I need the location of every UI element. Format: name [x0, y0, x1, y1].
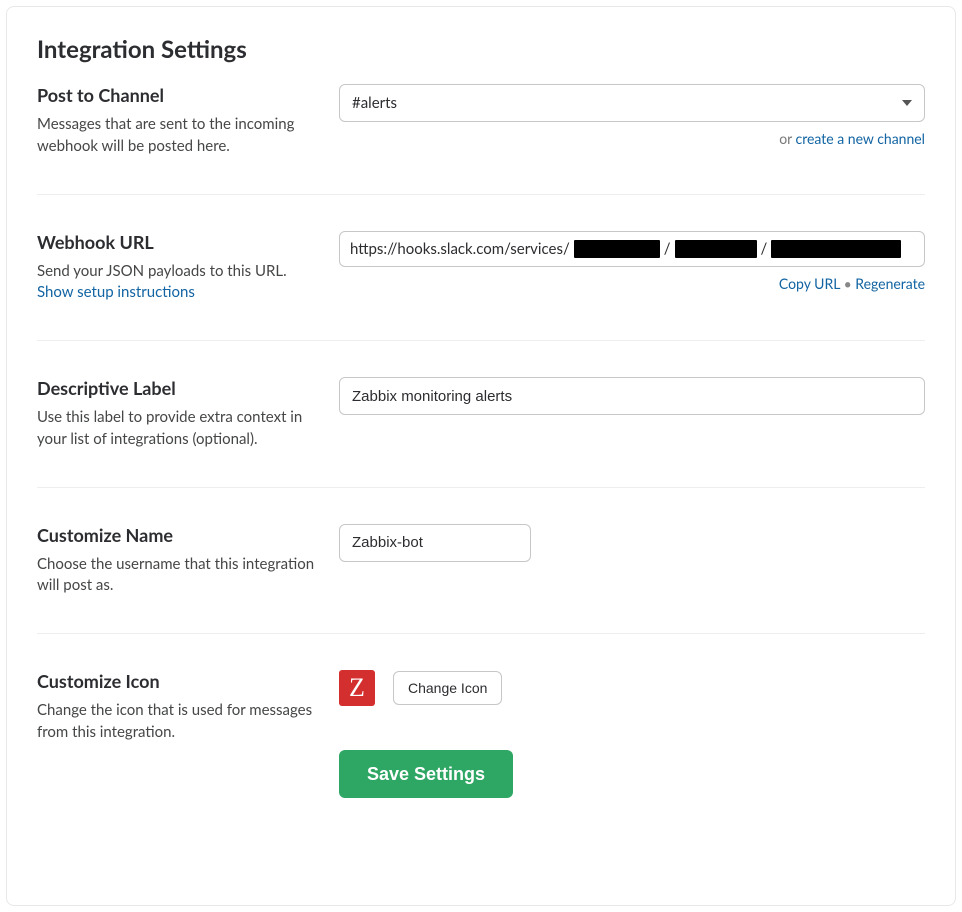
slash: /	[761, 240, 768, 258]
section-desc-text: Send your JSON payloads to this URL.	[37, 262, 287, 280]
integration-settings-card: Integration Settings Post to Channel Mes…	[6, 6, 956, 906]
section-left: Descriptive Label Use this label to prov…	[37, 377, 339, 451]
section-left: Webhook URL Send your JSON payloads to t…	[37, 231, 339, 305]
section-customize-icon: Customize Icon Change the icon that is u…	[37, 633, 925, 834]
section-left: Post to Channel Messages that are sent t…	[37, 84, 339, 158]
section-right	[339, 524, 925, 562]
copy-url-link[interactable]: Copy URL	[779, 275, 840, 292]
chevron-down-icon	[902, 100, 912, 106]
save-settings-button[interactable]: Save Settings	[339, 750, 513, 798]
section-desc: Choose the username that this integratio…	[37, 554, 319, 598]
create-channel-link[interactable]: create a new channel	[796, 130, 925, 147]
section-desc: Use this label to provide extra context …	[37, 407, 319, 451]
section-webhook-url: Webhook URL Send your JSON payloads to t…	[37, 194, 925, 341]
section-desc: Send your JSON payloads to this URL. Sho…	[37, 261, 319, 305]
integration-icon-letter: Z	[349, 675, 365, 701]
section-left: Customize Icon Change the icon that is u…	[37, 670, 339, 744]
section-desc: Messages that are sent to the incoming w…	[37, 114, 319, 158]
webhook-url-prefix: https://hooks.slack.com/services/	[350, 240, 570, 258]
section-right: https://hooks.slack.com/services/ / / Copy…	[339, 231, 925, 292]
section-customize-name: Customize Name Choose the username that …	[37, 487, 925, 634]
regenerate-link[interactable]: Regenerate	[855, 275, 925, 292]
channel-select[interactable]: #alerts	[339, 84, 925, 122]
channel-select-value: #alerts	[352, 94, 397, 112]
show-setup-instructions-link[interactable]: Show setup instructions	[37, 283, 195, 301]
slash: /	[664, 240, 671, 258]
redacted-segment	[574, 240, 660, 258]
section-right: #alerts or create a new channel	[339, 84, 925, 147]
or-text: or	[779, 130, 795, 147]
page-title: Integration Settings	[37, 35, 925, 64]
section-descriptive-label: Descriptive Label Use this label to prov…	[37, 340, 925, 487]
customize-name-input[interactable]	[339, 524, 531, 562]
section-right	[339, 377, 925, 415]
change-icon-button[interactable]: Change Icon	[393, 671, 502, 705]
section-title: Descriptive Label	[37, 377, 319, 399]
section-title: Customize Icon	[37, 670, 319, 692]
section-title: Post to Channel	[37, 84, 319, 106]
webhook-url-input[interactable]: https://hooks.slack.com/services/ / /	[339, 231, 925, 267]
integration-icon-preview: Z	[339, 670, 375, 706]
redacted-segment	[675, 240, 757, 258]
section-desc: Change the icon that is used for message…	[37, 700, 319, 744]
webhook-actions: Copy URL • Regenerate	[339, 275, 925, 292]
create-channel-row: or create a new channel	[339, 130, 925, 147]
section-post-to-channel: Post to Channel Messages that are sent t…	[37, 84, 925, 194]
redacted-segment	[771, 240, 901, 258]
section-right: Z Change Icon Save Settings	[339, 670, 925, 798]
section-title: Customize Name	[37, 524, 319, 546]
save-row: Save Settings	[339, 750, 925, 798]
section-left: Customize Name Choose the username that …	[37, 524, 339, 598]
section-title: Webhook URL	[37, 231, 319, 253]
descriptive-label-input[interactable]	[339, 377, 925, 415]
separator: •	[840, 275, 855, 292]
icon-row: Z Change Icon	[339, 670, 925, 706]
